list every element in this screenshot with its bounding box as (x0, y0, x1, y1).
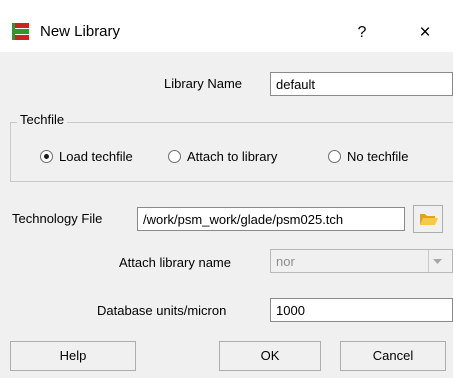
techfile-group-label: Techfile (17, 112, 68, 128)
dropdown-button[interactable] (428, 250, 446, 272)
database-units-label: Database units/micron (97, 303, 227, 318)
radio-load-techfile-label: Load techfile (59, 149, 133, 164)
folder-open-icon (420, 214, 438, 225)
library-name-input[interactable] (270, 72, 453, 96)
chevron-down-icon (433, 259, 442, 264)
new-library-dialog: New Library ? × Library Name Techfile Lo… (0, 0, 453, 378)
cancel-button[interactable]: Cancel (340, 341, 446, 371)
radio-unchecked-icon (168, 150, 181, 163)
attach-library-name-select[interactable] (270, 249, 453, 273)
library-app-icon (12, 23, 29, 40)
help-question-button[interactable]: ? (345, 20, 379, 46)
browse-button[interactable] (413, 205, 443, 233)
title-bar[interactable]: New Library ? × (0, 0, 453, 52)
close-button[interactable]: × (405, 20, 445, 46)
attach-library-name-label: Attach library name (119, 255, 231, 270)
library-name-label: Library Name (164, 76, 243, 91)
radio-checked-icon (40, 150, 53, 163)
ok-button[interactable]: OK (219, 341, 321, 371)
radio-attach-to-library-label: Attach to library (187, 149, 278, 164)
dialog-body: Library Name Techfile Load techfile Atta… (0, 52, 453, 378)
radio-unchecked-icon (328, 150, 341, 163)
technology-file-input[interactable] (137, 207, 405, 231)
database-units-input[interactable] (270, 298, 453, 322)
help-button[interactable]: Help (10, 341, 136, 371)
window-title: New Library (40, 23, 121, 40)
radio-no-techfile-label: No techfile (347, 149, 409, 164)
technology-file-label: Technology File (12, 211, 103, 226)
